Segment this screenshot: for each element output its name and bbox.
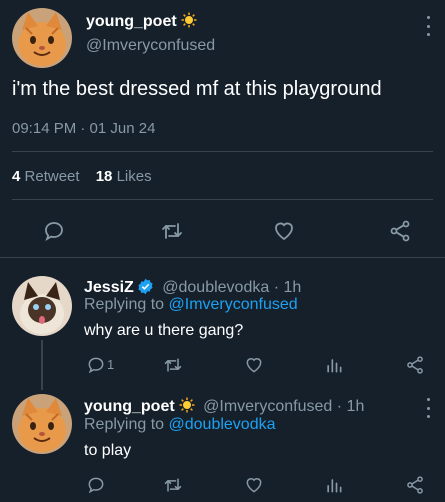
- reply-count: 1: [107, 357, 115, 372]
- reply-avatar[interactable]: [12, 276, 72, 336]
- share-icon[interactable]: [405, 475, 425, 495]
- divider: [0, 257, 445, 258]
- main-tweet-avatar[interactable]: [12, 8, 72, 68]
- like-count[interactable]: 18: [96, 168, 113, 185]
- replying-to-line: Replying to @Imveryconfused: [84, 296, 298, 314]
- main-tweet-display-name[interactable]: young_poet: [86, 13, 177, 30]
- share-icon[interactable]: [405, 355, 425, 375]
- reply-handle[interactable]: @Imveryconfused: [203, 398, 332, 415]
- reply-display-name[interactable]: young_poet: [84, 398, 175, 415]
- reply-icon[interactable]: [86, 355, 106, 375]
- replying-to-link[interactable]: @doublevodka: [169, 416, 276, 433]
- reply-avatar[interactable]: [12, 394, 72, 454]
- sun-emoji-icon: [181, 12, 197, 33]
- analytics-icon[interactable]: [324, 475, 344, 495]
- retweet-icon[interactable]: [163, 475, 183, 495]
- replying-prefix: Replying to: [84, 416, 165, 433]
- main-tweet-stats: 4 Retweet 18 Likes: [12, 168, 152, 185]
- like-icon[interactable]: [244, 475, 264, 495]
- divider: [12, 151, 433, 152]
- like-label[interactable]: Likes: [117, 168, 152, 185]
- reply-header: young_poet @Imveryconfused · 1h: [84, 397, 364, 418]
- replying-prefix: Replying to: [84, 296, 165, 313]
- reply-icon[interactable]: [42, 219, 66, 243]
- reply-time[interactable]: · 1h: [337, 398, 365, 415]
- retweet-icon[interactable]: [163, 355, 183, 375]
- retweet-count[interactable]: 4: [12, 168, 20, 185]
- reply-text: why are u there gang?: [84, 322, 244, 339]
- like-icon[interactable]: [272, 219, 296, 243]
- reply-more-icon[interactable]: [425, 398, 431, 418]
- analytics-icon[interactable]: [324, 355, 344, 375]
- divider: [12, 199, 433, 200]
- main-tweet-handle[interactable]: @Imveryconfused: [86, 37, 215, 55]
- reply-handle[interactable]: @doublevodka: [162, 279, 269, 296]
- retweet-icon[interactable]: [160, 219, 184, 243]
- reply-icon[interactable]: [86, 475, 106, 495]
- reply-time[interactable]: · 1h: [274, 279, 302, 296]
- replying-to-link[interactable]: @Imveryconfused: [169, 296, 298, 313]
- reply-text: to play: [84, 442, 132, 459]
- share-icon[interactable]: [388, 219, 412, 243]
- main-tweet-timestamp[interactable]: 09:14 PM · 01 Jun 24: [12, 120, 155, 137]
- replying-to-line: Replying to @doublevodka: [84, 416, 275, 434]
- sun-emoji-icon: [179, 397, 195, 418]
- main-tweet-text: i'm the best dressed mf at this playgrou…: [12, 78, 382, 100]
- like-icon[interactable]: [244, 355, 264, 375]
- main-tweet-more-icon[interactable]: [425, 16, 431, 36]
- thread-line: [41, 340, 43, 390]
- reply-display-name[interactable]: JessiZ: [84, 279, 134, 296]
- retweet-label[interactable]: Retweet: [25, 168, 80, 185]
- main-tweet-name-row: young_poet: [86, 12, 197, 33]
